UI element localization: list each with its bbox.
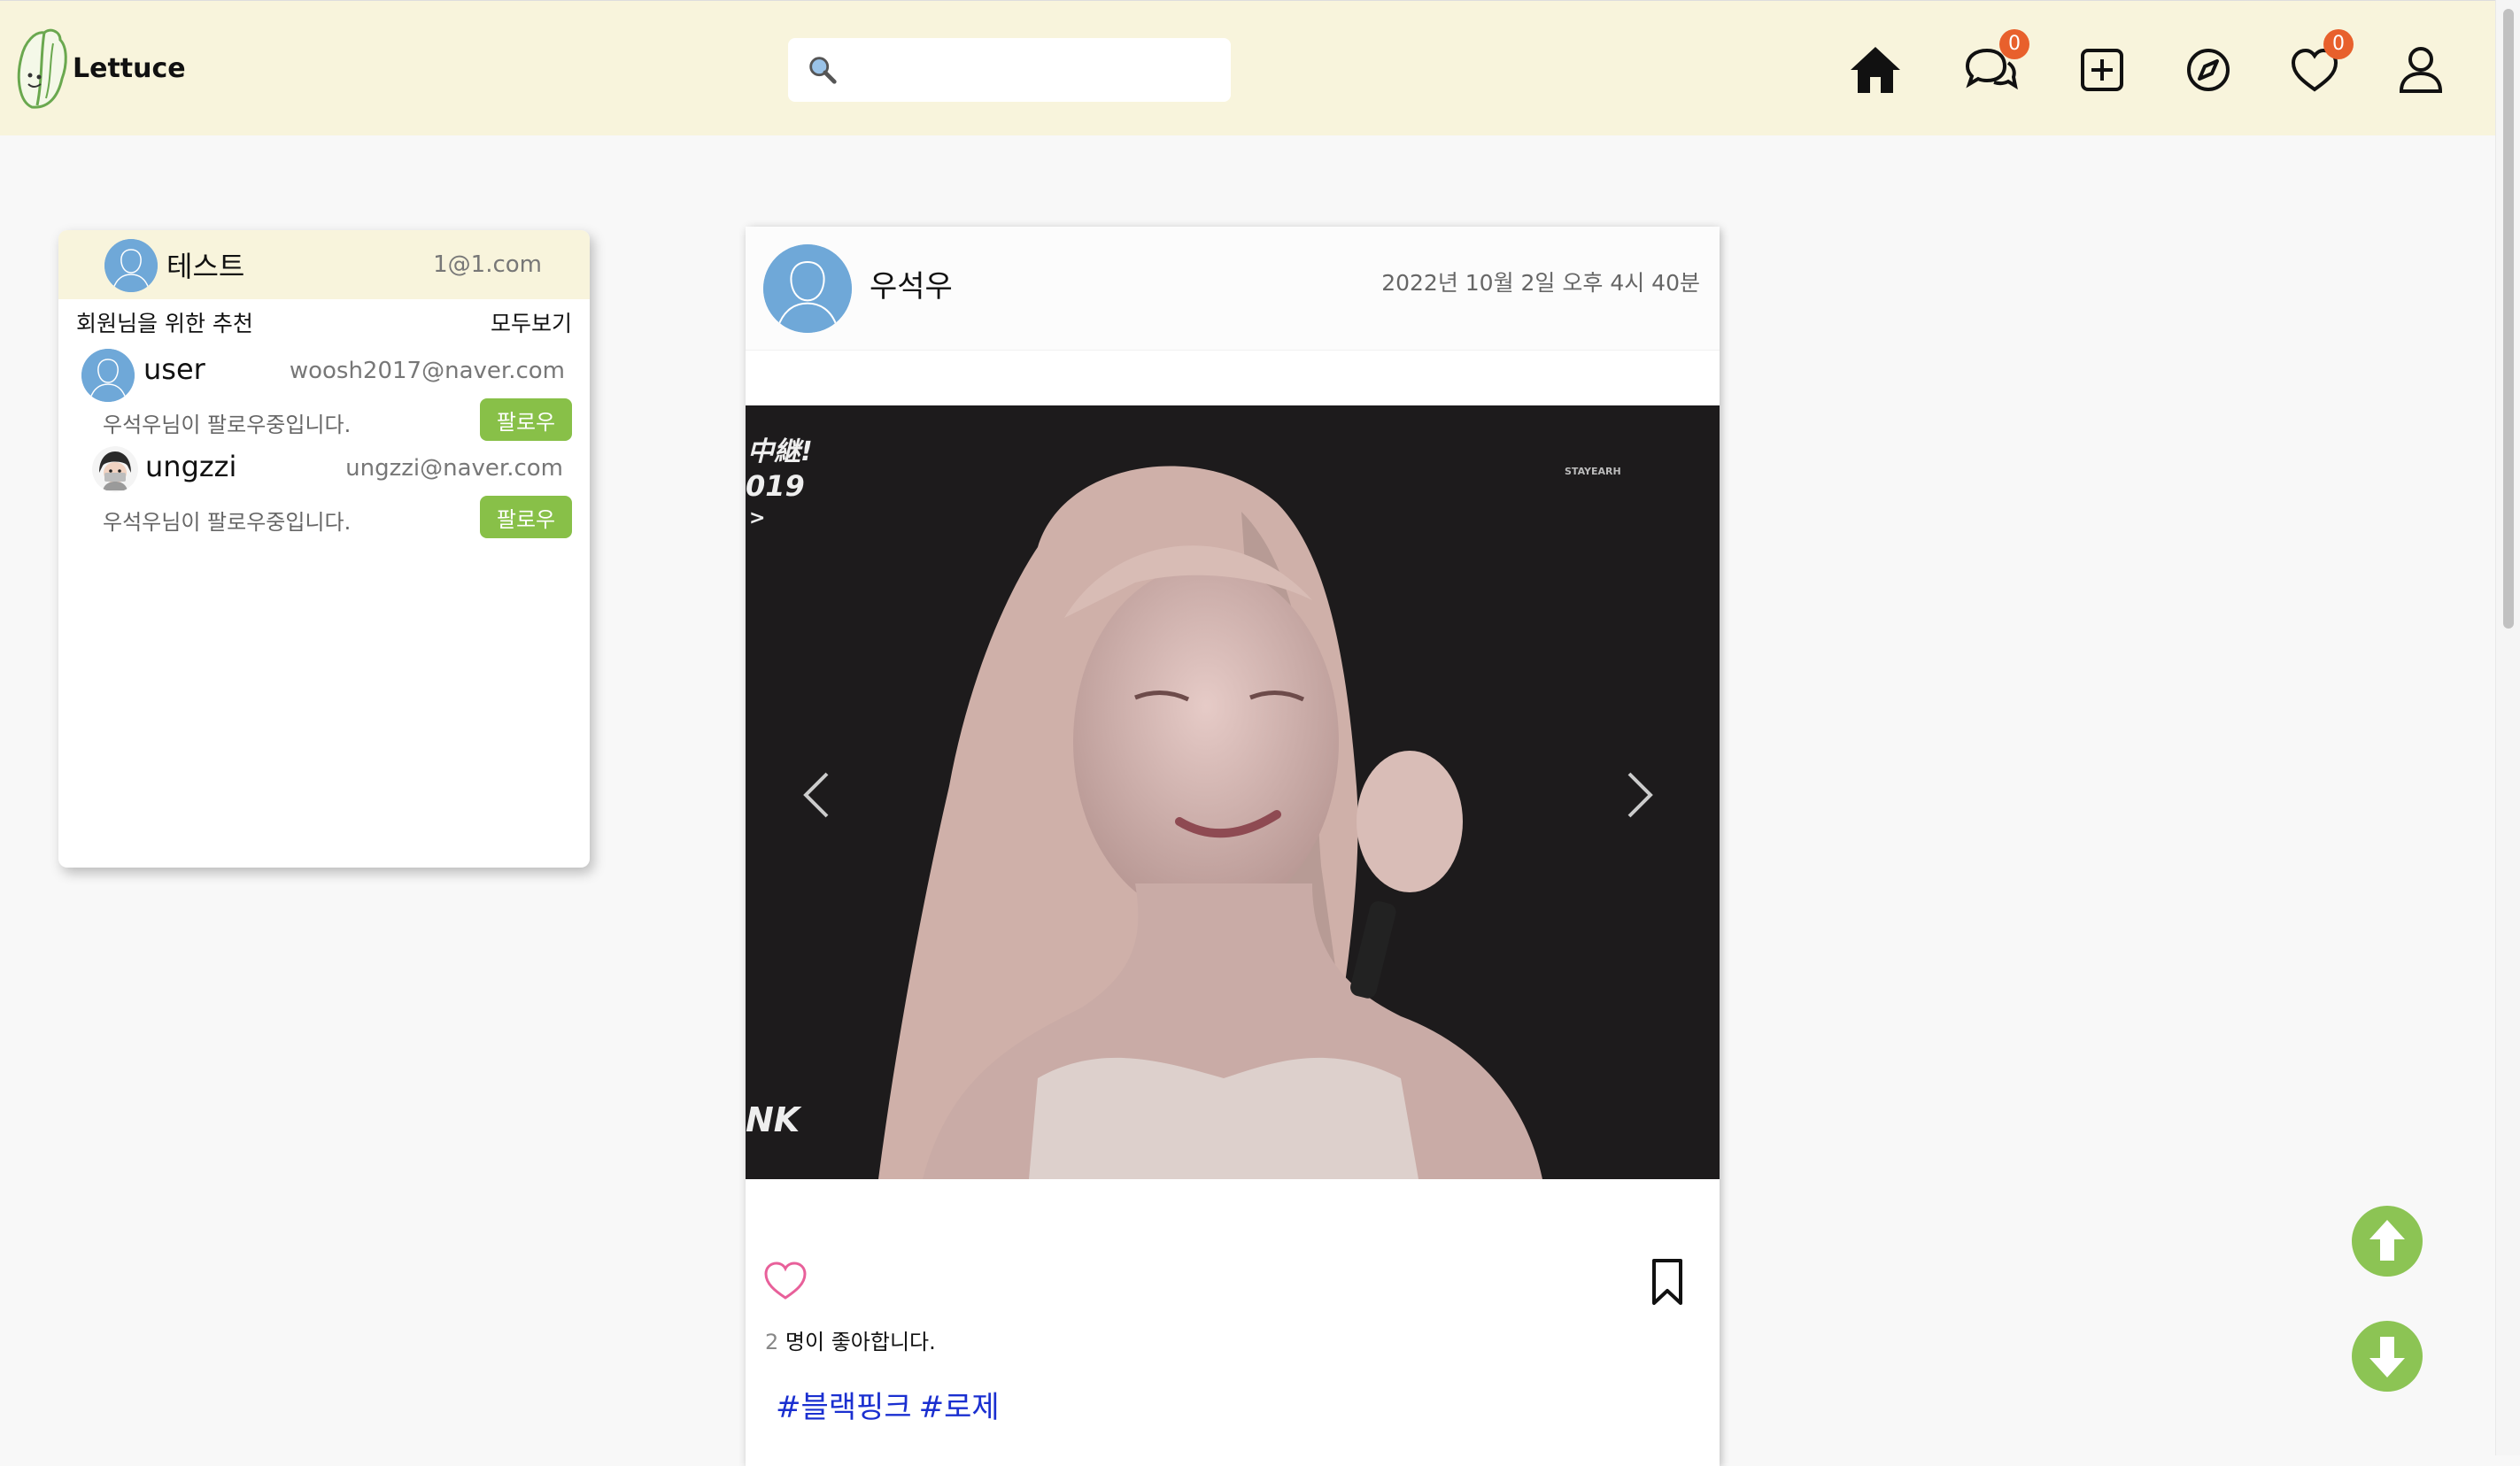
scrollbar-thumb[interactable] [2503, 9, 2514, 629]
scroll-bottom-button[interactable] [2352, 1321, 2423, 1392]
user-avatar[interactable] [92, 446, 138, 492]
nav-home[interactable] [1845, 40, 1905, 100]
my-email: 1@1.com [433, 251, 542, 278]
default-avatar-icon [763, 244, 852, 333]
scroll-top-button[interactable] [2352, 1206, 2423, 1277]
follow-button[interactable]: 팔로우 [480, 398, 572, 441]
post-actions [746, 1245, 1720, 1316]
compass-icon [2187, 49, 2230, 91]
likes-badge: 0 [2323, 29, 2354, 59]
my-name: 테스트 [166, 250, 245, 283]
recommend-title: 회원님을 위한 추천 [76, 311, 253, 336]
post-photo: 中継! 019 > NK STAYEARH [746, 405, 1720, 1179]
my-profile-row[interactable]: 테스트 1@1.com [58, 230, 590, 299]
rec-user-name[interactable]: user [143, 352, 205, 386]
home-icon [1851, 47, 1900, 93]
search-icon [809, 57, 837, 84]
plus-square-icon [2081, 49, 2123, 91]
image-text-year: 019 [746, 469, 805, 503]
user-icon [2399, 47, 2443, 93]
recommend-header: 회원님을 위한 추천 모두보기 [58, 299, 590, 343]
image-watermark: STAYEARH [1565, 466, 1621, 477]
post-image-carousel[interactable]: 中継! 019 > NK STAYEARH [746, 405, 1720, 1179]
post-hashtags: #블랙핑크 #로제 [776, 1383, 1007, 1426]
nav-profile[interactable] [2391, 40, 2451, 100]
search-input[interactable] [848, 43, 1231, 96]
hashtag-link[interactable]: #로제 [919, 1390, 1000, 1425]
top-header: Lettuce 0 0 [0, 0, 2495, 135]
lettuce-logo-icon [17, 28, 67, 109]
nav-messages[interactable]: 0 [1960, 29, 2029, 100]
rec-user-email: ungzzi@naver.com [345, 455, 563, 482]
messages-badge: 0 [1999, 29, 2029, 59]
follow-button[interactable]: 팔로우 [480, 496, 572, 538]
user-avatar[interactable] [81, 349, 135, 402]
like-heart-icon[interactable] [761, 1257, 809, 1305]
image-text-arrow: > [749, 507, 765, 529]
see-all-link[interactable]: 모두보기 [491, 306, 572, 338]
image-text-top: 中継! [747, 436, 813, 467]
default-avatar-icon [104, 239, 158, 292]
app-name: Lettuce [73, 52, 186, 84]
page-scrollbar[interactable] [2495, 0, 2520, 1455]
nav-new-post[interactable] [2072, 40, 2132, 100]
app-logo[interactable]: Lettuce [14, 26, 191, 114]
recommendation-card: 테스트 1@1.com 회원님을 위한 추천 모두보기 user woosh20… [58, 230, 590, 868]
nav-explore[interactable] [2178, 40, 2238, 100]
rec-user-subtext: 우석우님이 팔로우중입니다. [103, 413, 352, 437]
list-item: ungzzi ungzzi@naver.com 우석우님이 팔로우중입니다. 팔… [58, 441, 590, 538]
carousel-prev-button[interactable] [790, 760, 843, 830]
chevron-left-icon [803, 772, 829, 818]
post-header: 우석우 2022년 10월 2일 오후 4시 40분 [746, 227, 1720, 351]
likes-summary[interactable]: 2 명이 좋아합니다. [765, 1324, 936, 1355]
bookmark-icon[interactable] [1645, 1257, 1689, 1307]
post-author-name[interactable]: 우석우 [870, 262, 953, 305]
memoji-avatar-icon [92, 446, 138, 492]
rec-user-subtext: 우석우님이 팔로우중입니다. [103, 510, 352, 535]
default-avatar-icon [81, 349, 135, 402]
rec-user-name[interactable]: ungzzi [145, 450, 236, 483]
author-avatar[interactable] [763, 244, 852, 333]
list-item: user woosh2017@naver.com 우석우님이 팔로우중입니다. … [58, 343, 590, 441]
search-box[interactable] [788, 38, 1231, 102]
arrow-down-icon [2369, 1337, 2405, 1377]
rec-user-email: woosh2017@naver.com [289, 358, 565, 384]
my-avatar[interactable] [104, 239, 158, 292]
likes-count: 2 [765, 1330, 779, 1354]
image-text-bottom: NK [746, 1100, 802, 1139]
carousel-next-button[interactable] [1613, 760, 1666, 830]
arrow-up-icon [2369, 1220, 2405, 1261]
hashtag-link[interactable]: #블랙핑크 [776, 1390, 912, 1425]
chevron-right-icon [1627, 772, 1653, 818]
post-timestamp: 2022년 10월 2일 오후 4시 40분 [1381, 270, 1700, 296]
nav-likes[interactable]: 0 [2284, 29, 2354, 100]
likes-suffix: 명이 좋아합니다. [785, 1330, 936, 1354]
feed-post: 우석우 2022년 10월 2일 오후 4시 40분 中継! 019 > NK … [746, 227, 1720, 1466]
